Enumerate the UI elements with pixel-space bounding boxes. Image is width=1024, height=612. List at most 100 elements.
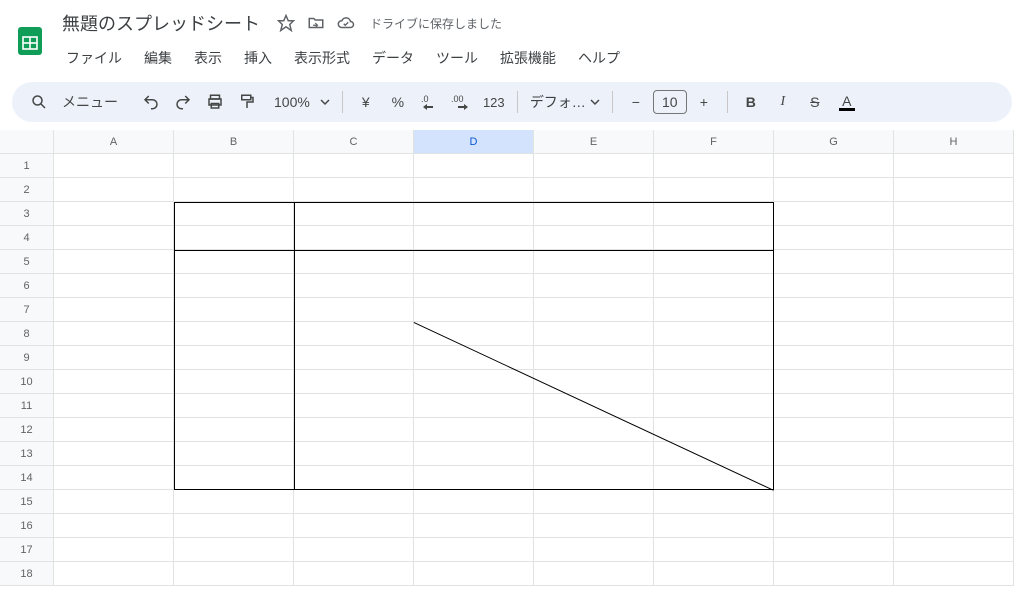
cell[interactable]	[414, 418, 534, 442]
cell[interactable]	[774, 562, 894, 586]
star-icon[interactable]	[276, 13, 296, 33]
cell[interactable]	[894, 538, 1014, 562]
cell[interactable]	[894, 274, 1014, 298]
row-header[interactable]: 13	[0, 442, 54, 466]
cell[interactable]	[894, 370, 1014, 394]
row-header[interactable]: 4	[0, 226, 54, 250]
row-header[interactable]: 12	[0, 418, 54, 442]
cell[interactable]	[534, 490, 654, 514]
cell[interactable]	[654, 538, 774, 562]
row-header[interactable]: 7	[0, 298, 54, 322]
cell[interactable]	[414, 154, 534, 178]
number-format-button[interactable]: 123	[479, 87, 509, 117]
cell[interactable]	[774, 298, 894, 322]
cell[interactable]	[534, 562, 654, 586]
cell[interactable]	[174, 274, 294, 298]
column-header[interactable]: F	[654, 130, 774, 154]
font-size-input[interactable]	[653, 90, 687, 114]
decrease-decimal-button[interactable]: .0	[415, 87, 445, 117]
menu-item[interactable]: ファイル	[56, 44, 132, 72]
cell[interactable]	[894, 226, 1014, 250]
cell[interactable]	[174, 466, 294, 490]
cell[interactable]	[654, 226, 774, 250]
cell[interactable]	[174, 538, 294, 562]
cell[interactable]	[294, 442, 414, 466]
cell[interactable]	[174, 490, 294, 514]
column-header[interactable]: G	[774, 130, 894, 154]
undo-button[interactable]	[136, 87, 166, 117]
cell[interactable]	[774, 154, 894, 178]
cell[interactable]	[54, 394, 174, 418]
cell[interactable]	[294, 250, 414, 274]
cell[interactable]	[774, 490, 894, 514]
cell[interactable]	[894, 202, 1014, 226]
cell[interactable]	[54, 562, 174, 586]
cell[interactable]	[294, 274, 414, 298]
cell[interactable]	[294, 202, 414, 226]
sheets-logo[interactable]	[12, 23, 48, 59]
cell[interactable]	[174, 298, 294, 322]
paint-format-button[interactable]	[232, 87, 262, 117]
cell[interactable]	[54, 298, 174, 322]
column-header[interactable]: C	[294, 130, 414, 154]
cell[interactable]	[894, 418, 1014, 442]
cell[interactable]	[414, 562, 534, 586]
cell[interactable]	[294, 226, 414, 250]
cell[interactable]	[654, 178, 774, 202]
cell[interactable]	[774, 346, 894, 370]
cell[interactable]	[534, 514, 654, 538]
row-header[interactable]: 9	[0, 346, 54, 370]
cell[interactable]	[414, 250, 534, 274]
cell[interactable]	[654, 418, 774, 442]
cell[interactable]	[894, 442, 1014, 466]
cell[interactable]	[894, 154, 1014, 178]
cell[interactable]	[294, 562, 414, 586]
cell[interactable]	[774, 250, 894, 274]
cell[interactable]	[654, 154, 774, 178]
cell[interactable]	[654, 274, 774, 298]
cell[interactable]	[414, 394, 534, 418]
cell[interactable]	[774, 370, 894, 394]
cell[interactable]	[774, 538, 894, 562]
cell[interactable]	[534, 250, 654, 274]
cell[interactable]	[654, 202, 774, 226]
cell[interactable]	[54, 466, 174, 490]
cell[interactable]	[174, 394, 294, 418]
cell[interactable]	[414, 298, 534, 322]
row-header[interactable]: 3	[0, 202, 54, 226]
cell[interactable]	[894, 250, 1014, 274]
font-family-select[interactable]: デフォ…	[530, 92, 586, 112]
row-header[interactable]: 1	[0, 154, 54, 178]
row-header[interactable]: 11	[0, 394, 54, 418]
cell[interactable]	[294, 298, 414, 322]
text-color-button[interactable]: A	[832, 87, 862, 117]
cell[interactable]	[534, 178, 654, 202]
cell[interactable]	[54, 274, 174, 298]
cell[interactable]	[294, 154, 414, 178]
menu-item[interactable]: 表示形式	[284, 44, 360, 72]
font-size-increase[interactable]: +	[689, 87, 719, 117]
font-size-decrease[interactable]: −	[621, 87, 651, 117]
cell[interactable]	[774, 394, 894, 418]
cell[interactable]	[54, 490, 174, 514]
cell[interactable]	[174, 346, 294, 370]
cell[interactable]	[54, 178, 174, 202]
cell[interactable]	[54, 418, 174, 442]
cell[interactable]	[54, 226, 174, 250]
row-header[interactable]: 10	[0, 370, 54, 394]
cell[interactable]	[294, 346, 414, 370]
cell[interactable]	[174, 226, 294, 250]
cell[interactable]	[294, 538, 414, 562]
move-folder-icon[interactable]	[306, 13, 326, 33]
cell[interactable]	[894, 178, 1014, 202]
cell[interactable]	[894, 562, 1014, 586]
cell[interactable]	[54, 514, 174, 538]
row-header[interactable]: 2	[0, 178, 54, 202]
percent-button[interactable]: %	[383, 87, 413, 117]
row-header[interactable]: 14	[0, 466, 54, 490]
document-title[interactable]: 無題のスプレッドシート	[56, 8, 266, 38]
cell[interactable]	[654, 490, 774, 514]
cell[interactable]	[54, 370, 174, 394]
cell[interactable]	[54, 346, 174, 370]
cell[interactable]	[54, 250, 174, 274]
